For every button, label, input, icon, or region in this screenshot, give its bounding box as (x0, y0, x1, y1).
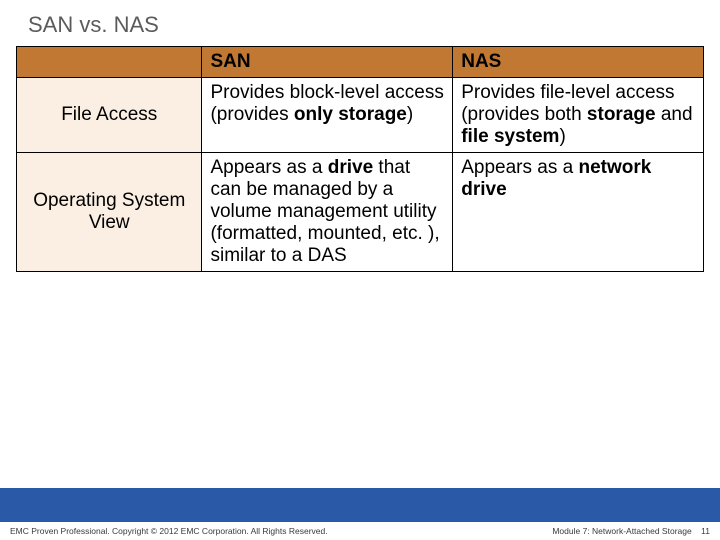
footer-page: 11 (701, 526, 710, 536)
row-label-file-access: File Access (17, 78, 202, 153)
header-blank (17, 47, 202, 78)
cell-file-access-san: Provides block-level access (provides on… (202, 78, 453, 153)
cell-file-access-nas: Provides file-level access (provides bot… (453, 78, 704, 153)
footer: EMC Proven Professional. Copyright © 201… (0, 522, 720, 540)
cell-os-view-nas: Appears as a network drive (453, 153, 704, 272)
comparison-table: SAN NAS File Access Provides block-level… (16, 46, 704, 272)
slide-title: SAN vs. NAS (0, 0, 720, 46)
cell-os-view-san: Appears as a drive that can be managed b… (202, 153, 453, 272)
footer-right: Module 7: Network-Attached Storage 11 (552, 526, 710, 536)
comparison-table-wrap: SAN NAS File Access Provides block-level… (0, 46, 720, 272)
table-header-row: SAN NAS (17, 47, 704, 78)
footer-left: EMC Proven Professional. Copyright © 201… (10, 526, 328, 536)
brand-band (0, 488, 720, 522)
footer-module: Module 7: Network-Attached Storage (552, 526, 691, 536)
table-row: Operating System View Appears as a drive… (17, 153, 704, 272)
table-row: File Access Provides block-level access … (17, 78, 704, 153)
header-nas: NAS (453, 47, 704, 78)
header-san: SAN (202, 47, 453, 78)
slide: SAN vs. NAS SAN NAS File Access Provides… (0, 0, 720, 540)
row-label-os-view: Operating System View (17, 153, 202, 272)
